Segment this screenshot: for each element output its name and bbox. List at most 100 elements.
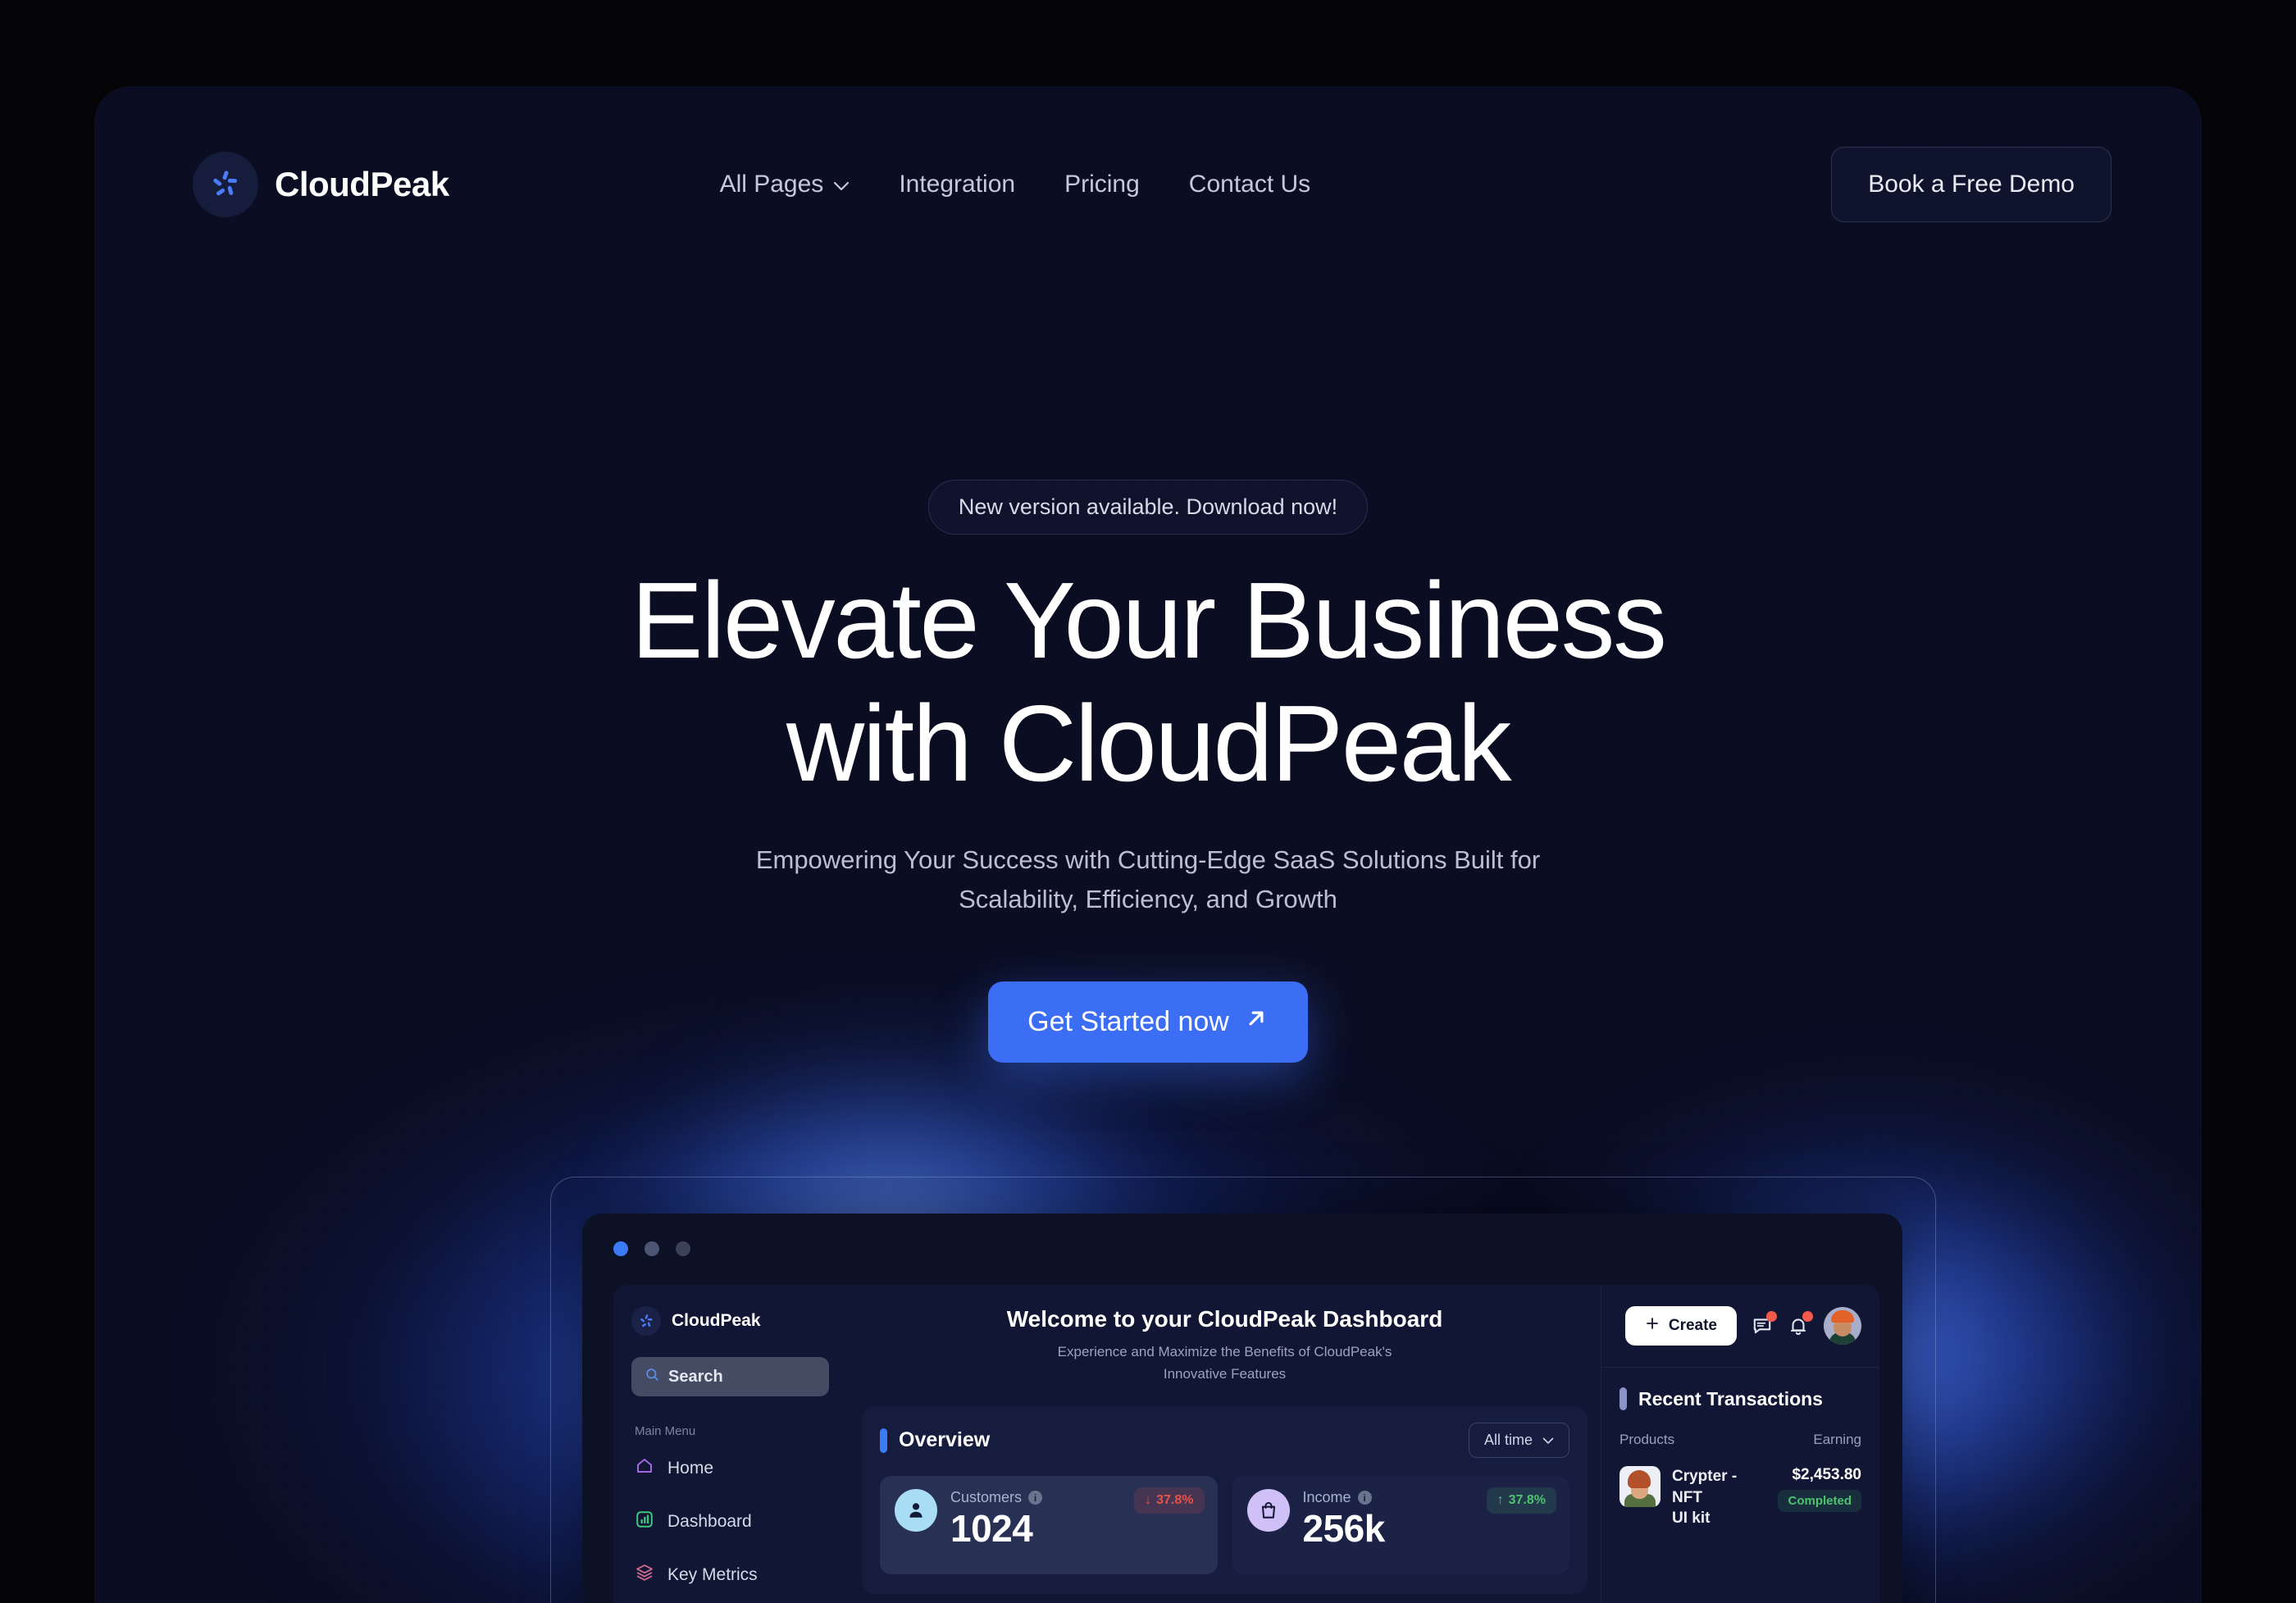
- nav-item-pricing[interactable]: Pricing: [1064, 171, 1140, 198]
- nav-label: Contact Us: [1188, 171, 1311, 198]
- dashboard-app: CloudPeak Search Main Menu Home Dashboar…: [613, 1285, 1879, 1603]
- brand-name: CloudPeak: [275, 165, 449, 203]
- dashboard-main: Welcome to your CloudPeak Dashboard Expe…: [847, 1285, 1601, 1603]
- chevron-down-icon: [1542, 1432, 1554, 1449]
- sidebar-item-label: Dashboard: [667, 1511, 752, 1531]
- overview-title: Overview: [899, 1428, 991, 1452]
- nav-label: Integration: [899, 171, 1016, 198]
- product-name-line-1: Crypter - NFT: [1672, 1468, 1738, 1506]
- main-nav: All Pages Integration Pricing Contact Us: [720, 171, 1311, 198]
- plus-icon: [1645, 1316, 1660, 1336]
- stat-card-customers: Customers i 1024 ↓ 37.8%: [880, 1476, 1218, 1575]
- dashboard-sidebar: CloudPeak Search Main Menu Home Dashboar…: [613, 1285, 847, 1603]
- welcome-title: Welcome to your CloudPeak Dashboard: [1006, 1306, 1443, 1332]
- pinwheel-logo-icon: [631, 1306, 661, 1336]
- info-icon[interactable]: i: [1357, 1491, 1372, 1505]
- product-name: Crypter - NFT UI kit: [1672, 1466, 1766, 1529]
- create-label: Create: [1668, 1317, 1717, 1334]
- dashboard-mockup-window: CloudPeak Search Main Menu Home Dashboar…: [582, 1214, 1902, 1603]
- stat-value: 1024: [950, 1507, 1033, 1551]
- time-range-select[interactable]: All time: [1468, 1423, 1569, 1459]
- page-container: CloudPeak All Pages Integration Pricing …: [94, 86, 2202, 1603]
- dashboard-right-rail: Create Recent Transactions Products Earn…: [1601, 1285, 1879, 1603]
- sidebar-item-label: Key Metrics: [667, 1564, 758, 1584]
- brand-logo[interactable]: CloudPeak: [193, 152, 449, 217]
- chevron-down-icon: [833, 171, 850, 198]
- nav-label: All Pages: [719, 171, 824, 198]
- info-icon[interactable]: i: [1028, 1491, 1043, 1505]
- sidebar-brand[interactable]: CloudPeak: [631, 1306, 829, 1336]
- stat-card-income: Income i 256k ↑ 37.8%: [1232, 1476, 1569, 1575]
- subtitle-line-2: Scalability, Efficiency, and Growth: [959, 884, 1337, 913]
- stat-label: Customers i: [950, 1489, 1043, 1506]
- arrow-up-icon: ↑: [1496, 1493, 1504, 1508]
- get-started-label: Get Started now: [1027, 1006, 1229, 1038]
- user-icon: [895, 1489, 937, 1532]
- site-header: CloudPeak All Pages Integration Pricing …: [94, 86, 2202, 283]
- time-range-label: All time: [1483, 1432, 1533, 1449]
- bar-chart-icon: [635, 1510, 654, 1533]
- status-badge: ↑ 37.8%: [1486, 1487, 1556, 1514]
- status-badge: ↓ 37.8%: [1134, 1487, 1205, 1514]
- shopping-bag-icon: [1246, 1489, 1290, 1532]
- book-demo-button[interactable]: Book a Free Demo: [1831, 147, 2112, 222]
- column-header-products: Products: [1620, 1432, 1675, 1447]
- sidebar-item-key-metrics[interactable]: Key Metrics: [631, 1563, 829, 1587]
- window-dot-maximize[interactable]: [676, 1241, 690, 1256]
- trend-value: 37.8%: [1508, 1493, 1546, 1508]
- column-header-earning: Earning: [1813, 1432, 1861, 1447]
- arrow-down-icon: ↓: [1145, 1493, 1152, 1508]
- sidebar-item-home[interactable]: Home: [631, 1456, 829, 1480]
- stat-label: Income i: [1303, 1489, 1385, 1506]
- hero-subtitle: Empowering Your Success with Cutting-Edg…: [94, 840, 2202, 919]
- stat-row: Customers i 1024 ↓ 37.8% Income i 256k ↑…: [880, 1476, 1569, 1575]
- nav-item-contact-us[interactable]: Contact Us: [1189, 171, 1310, 198]
- overview-card: Overview All time Customers i 1024 ↓ 37.…: [862, 1406, 1588, 1595]
- transactions-column-headers: Products Earning: [1601, 1410, 1879, 1448]
- sidebar-brand-name: CloudPeak: [672, 1311, 761, 1330]
- headline-line-2: with CloudPeak: [786, 683, 1512, 804]
- search-icon: [645, 1367, 660, 1387]
- create-button[interactable]: Create: [1624, 1306, 1737, 1346]
- sidebar-item-label: Home: [667, 1458, 714, 1478]
- recent-transactions-header: Recent Transactions: [1601, 1368, 1879, 1410]
- table-row[interactable]: Crypter - NFT UI kit $2,453.80 Completed: [1601, 1448, 1879, 1529]
- window-dot-close[interactable]: [613, 1241, 628, 1256]
- window-dot-minimize[interactable]: [645, 1241, 659, 1256]
- rail-toolbar: Create: [1601, 1306, 1879, 1368]
- product-thumbnail: [1620, 1466, 1660, 1507]
- welcome-sub-line-1: Experience and Maximize the Benefits of …: [1057, 1344, 1392, 1359]
- stat-label-text: Customers: [950, 1489, 1023, 1506]
- stat-label-text: Income: [1302, 1489, 1351, 1506]
- window-controls: [613, 1241, 690, 1256]
- notification-dot: [1766, 1311, 1777, 1322]
- transaction-amount: $2,453.80: [1792, 1466, 1861, 1483]
- message-icon[interactable]: [1752, 1311, 1777, 1337]
- get-started-button[interactable]: Get Started now: [988, 981, 1308, 1063]
- search-placeholder: Search: [668, 1367, 723, 1386]
- search-input[interactable]: Search: [631, 1357, 829, 1396]
- welcome-subtitle: Experience and Maximize the Benefits of …: [862, 1341, 1588, 1385]
- notification-dot: [1802, 1311, 1813, 1322]
- nav-label: Pricing: [1064, 171, 1140, 198]
- accent-bar: [1620, 1387, 1627, 1410]
- transaction-earning: $2,453.80 Completed: [1778, 1466, 1861, 1512]
- version-badge[interactable]: New version available. Download now!: [927, 480, 1369, 535]
- stat-value: 256k: [1302, 1507, 1386, 1551]
- arrow-up-right-icon: [1244, 1006, 1269, 1038]
- sidebar-item-dashboard[interactable]: Dashboard: [631, 1510, 829, 1533]
- avatar[interactable]: [1824, 1307, 1861, 1345]
- pinwheel-logo-icon: [193, 152, 258, 217]
- bell-icon[interactable]: [1788, 1311, 1813, 1337]
- thumb-hair: [1628, 1470, 1651, 1488]
- welcome-sub-line-2: Innovative Features: [1163, 1366, 1287, 1382]
- subtitle-line-1: Empowering Your Success with Cutting-Edg…: [755, 845, 1541, 874]
- headline-line-1: Elevate Your Business: [631, 560, 1667, 681]
- layers-icon: [635, 1563, 654, 1587]
- nav-item-all-pages[interactable]: All Pages: [720, 171, 850, 198]
- sidebar-section-label: Main Menu: [635, 1424, 696, 1438]
- recent-transactions-title: Recent Transactions: [1638, 1387, 1823, 1409]
- page-title: Elevate Your Business with CloudPeak: [94, 559, 2202, 806]
- nav-item-integration[interactable]: Integration: [899, 171, 1015, 198]
- product-name-line-2: UI kit: [1672, 1510, 1711, 1528]
